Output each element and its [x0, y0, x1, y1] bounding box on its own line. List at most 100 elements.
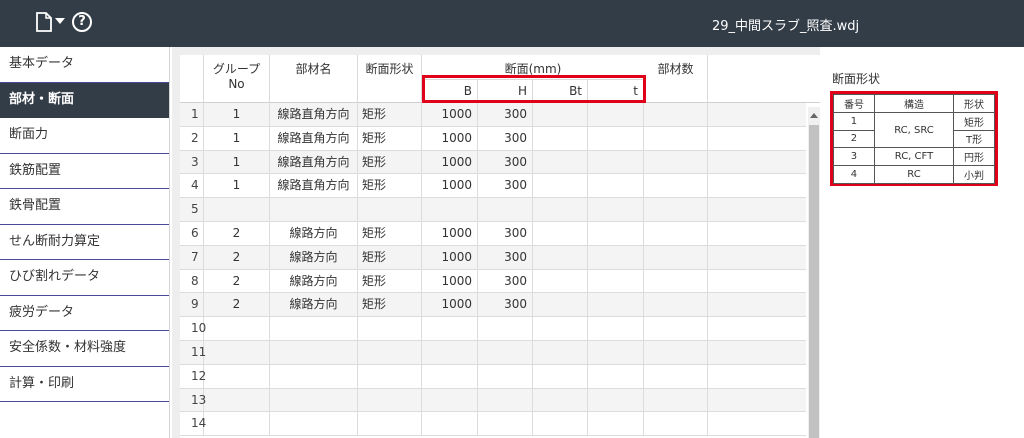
sidebar-item[interactable]: ひび割れデータ — [0, 260, 169, 296]
h-cell[interactable]: 300 — [478, 245, 533, 269]
t-cell[interactable] — [588, 388, 644, 412]
group-cell[interactable] — [204, 364, 270, 388]
section-shape-cell[interactable] — [358, 388, 422, 412]
member-count-cell[interactable] — [644, 364, 708, 388]
member-name-cell[interactable] — [270, 412, 358, 436]
b-cell[interactable] — [422, 198, 478, 221]
group-cell[interactable]: 2 — [204, 269, 270, 293]
bt-cell[interactable] — [533, 126, 588, 150]
member-count-cell[interactable] — [644, 150, 708, 174]
b-cell[interactable] — [422, 341, 478, 364]
scroll-thumb[interactable] — [809, 125, 819, 438]
h-cell[interactable]: 300 — [478, 174, 533, 198]
member-count-cell[interactable] — [644, 222, 708, 245]
h-cell[interactable] — [478, 388, 533, 412]
h-cell[interactable] — [478, 364, 533, 388]
h-cell[interactable]: 300 — [478, 126, 533, 150]
b-cell[interactable]: 1000 — [422, 222, 478, 245]
h-cell[interactable] — [478, 341, 533, 364]
bt-cell[interactable] — [533, 150, 588, 174]
t-cell[interactable] — [588, 317, 644, 340]
section-shape-cell[interactable] — [358, 341, 422, 364]
member-count-cell[interactable] — [644, 293, 708, 317]
bt-cell[interactable] — [533, 317, 588, 340]
b-cell[interactable]: 1000 — [422, 103, 478, 126]
section-shape-cell[interactable] — [358, 198, 422, 221]
h-cell[interactable]: 300 — [478, 150, 533, 174]
group-cell[interactable] — [204, 317, 270, 340]
vertical-scrollbar[interactable] — [808, 107, 820, 438]
member-count-cell[interactable] — [644, 103, 708, 126]
group-cell[interactable]: 2 — [204, 222, 270, 245]
bt-cell[interactable] — [533, 103, 588, 126]
section-shape-cell[interactable]: 矩形 — [358, 245, 422, 269]
bt-cell[interactable] — [533, 412, 588, 436]
section-shape-cell[interactable]: 矩形 — [358, 126, 422, 150]
b-cell[interactable] — [422, 412, 478, 436]
member-name-cell[interactable]: 線路直角方向 — [270, 126, 358, 150]
h-cell[interactable] — [478, 412, 533, 436]
group-cell[interactable]: 2 — [204, 293, 270, 317]
section-shape-cell[interactable]: 矩形 — [358, 150, 422, 174]
bt-cell[interactable] — [533, 388, 588, 412]
section-shape-cell[interactable]: 矩形 — [358, 103, 422, 126]
bt-cell[interactable] — [533, 269, 588, 293]
bt-cell[interactable] — [533, 293, 588, 317]
member-count-cell[interactable] — [644, 126, 708, 150]
member-name-cell[interactable] — [270, 388, 358, 412]
t-cell[interactable] — [588, 245, 644, 269]
sidebar-item[interactable]: せん断耐力算定 — [0, 225, 169, 260]
sidebar-item[interactable]: 疲労データ — [0, 296, 169, 331]
t-cell[interactable] — [588, 222, 644, 245]
section-shape-cell[interactable]: 矩形 — [358, 293, 422, 317]
h-cell[interactable]: 300 — [478, 269, 533, 293]
sidebar-item[interactable]: 鉄筋配置 — [0, 154, 169, 189]
member-count-cell[interactable] — [644, 317, 708, 340]
member-name-cell[interactable]: 線路直角方向 — [270, 174, 358, 198]
b-cell[interactable]: 1000 — [422, 245, 478, 269]
member-count-cell[interactable] — [644, 245, 708, 269]
member-name-cell[interactable]: 線路直角方向 — [270, 150, 358, 174]
sidebar-item[interactable]: 断面力 — [0, 118, 169, 154]
section-shape-cell[interactable]: 矩形 — [358, 269, 422, 293]
b-cell[interactable]: 1000 — [422, 150, 478, 174]
sidebar-item[interactable]: 安全係数・材料強度 — [0, 331, 169, 367]
scroll-up-icon[interactable] — [810, 113, 818, 118]
group-cell[interactable] — [204, 412, 270, 436]
help-icon[interactable]: ? — [72, 12, 92, 32]
section-shape-cell[interactable] — [358, 412, 422, 436]
group-cell[interactable] — [204, 388, 270, 412]
member-count-cell[interactable] — [644, 412, 708, 436]
sidebar-item[interactable]: 計算・印刷 — [0, 367, 169, 402]
b-cell[interactable] — [422, 388, 478, 412]
h-cell[interactable]: 300 — [478, 222, 533, 245]
member-name-cell[interactable]: 線路方向 — [270, 222, 358, 245]
group-cell[interactable] — [204, 198, 270, 221]
member-name-cell[interactable] — [270, 341, 358, 364]
t-cell[interactable] — [588, 269, 644, 293]
t-cell[interactable] — [588, 103, 644, 126]
b-cell[interactable] — [422, 317, 478, 340]
t-cell[interactable] — [588, 364, 644, 388]
sidebar-item[interactable]: 部材・断面 — [0, 82, 169, 118]
bt-cell[interactable] — [533, 364, 588, 388]
bt-cell[interactable] — [533, 222, 588, 245]
b-cell[interactable]: 1000 — [422, 269, 478, 293]
h-cell[interactable] — [478, 198, 533, 221]
h-cell[interactable] — [478, 317, 533, 340]
t-cell[interactable] — [588, 198, 644, 221]
b-cell[interactable] — [422, 364, 478, 388]
t-cell[interactable] — [588, 174, 644, 198]
h-cell[interactable]: 300 — [478, 103, 533, 126]
b-cell[interactable]: 1000 — [422, 126, 478, 150]
t-cell[interactable] — [588, 412, 644, 436]
member-name-cell[interactable] — [270, 198, 358, 221]
member-count-cell[interactable] — [644, 174, 708, 198]
section-shape-cell[interactable]: 矩形 — [358, 222, 422, 245]
bt-cell[interactable] — [533, 245, 588, 269]
section-shape-cell[interactable] — [358, 364, 422, 388]
group-cell[interactable]: 1 — [204, 103, 270, 126]
member-count-cell[interactable] — [644, 388, 708, 412]
member-name-cell[interactable]: 線路直角方向 — [270, 103, 358, 126]
member-name-cell[interactable] — [270, 364, 358, 388]
